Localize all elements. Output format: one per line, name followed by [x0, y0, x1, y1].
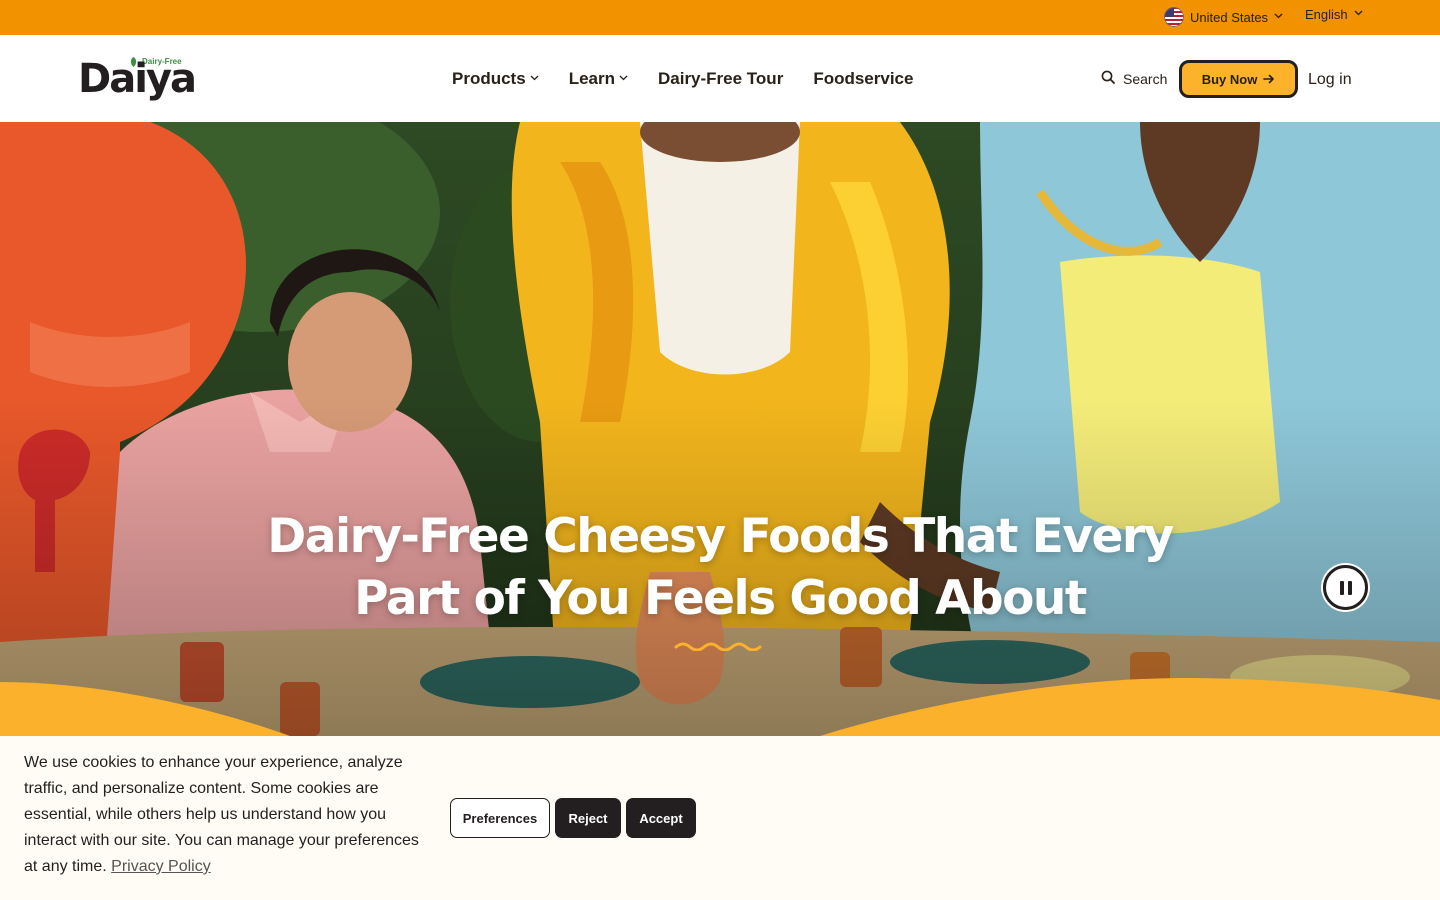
hero-title-line2: Part of You Feels Good About [354, 571, 1087, 626]
search-icon [1101, 70, 1115, 87]
cookie-banner: We use cookies to enhance your experienc… [0, 736, 1440, 900]
nav-foodservice-label: Foodservice [813, 69, 914, 88]
utility-bar: United States English [0, 0, 1440, 35]
chevron-down-icon [530, 74, 539, 83]
chevron-down-icon [1354, 9, 1363, 18]
main-nav: Products Learn Dairy-Free Tour Foodservi… [452, 69, 913, 89]
cookie-text: We use cookies to enhance your experienc… [24, 754, 419, 875]
nav-learn-label: Learn [568, 69, 615, 88]
logo-wordmark: Daiya [78, 56, 197, 102]
cookie-reject-button[interactable]: Reject [555, 798, 621, 838]
buy-now-button[interactable]: Buy Now [1179, 60, 1298, 98]
us-flag-icon [1164, 7, 1184, 27]
nav-foodservice[interactable]: Foodservice [813, 69, 913, 89]
buy-now-label: Buy Now [1201, 71, 1258, 87]
cookie-accept-button[interactable]: Accept [626, 798, 696, 838]
pause-icon [1339, 580, 1352, 595]
search-button[interactable]: Search [1101, 70, 1167, 87]
hero-title: Dairy-Free Cheesy Foods That Every Part … [220, 506, 1220, 630]
search-label: Search [1123, 70, 1168, 87]
country-selector[interactable]: United States [1164, 7, 1283, 27]
nav-learn[interactable]: Learn [569, 69, 628, 89]
country-label: United States [1190, 9, 1269, 25]
site-header: Dairy-Free Daiya Products Learn Dairy-Fr… [0, 35, 1440, 122]
chevron-down-icon [619, 74, 628, 83]
daiya-logo[interactable]: Dairy-Free Daiya [78, 55, 197, 103]
hero-title-line1: Dairy-Free Cheesy Foods That Every [267, 509, 1174, 564]
cookie-message: We use cookies to enhance your experienc… [24, 750, 436, 880]
hero-banner: Dairy-Free Cheesy Foods That Every Part … [0, 122, 1440, 736]
squiggle-underline-icon [674, 642, 762, 651]
nav-dairy-free-tour-label: Dairy-Free Tour [657, 69, 784, 88]
privacy-policy-link[interactable]: Privacy Policy [111, 858, 211, 875]
language-label: English [1305, 7, 1348, 22]
carousel-pause-button[interactable] [1323, 565, 1368, 610]
login-link[interactable]: Log in [1308, 71, 1352, 89]
language-selector[interactable]: English [1305, 7, 1363, 22]
nav-products-label: Products [452, 69, 526, 88]
nav-dairy-free-tour[interactable]: Dairy-Free Tour [658, 69, 783, 89]
nav-products[interactable]: Products [452, 69, 539, 89]
arrow-right-icon [1263, 72, 1275, 87]
cookie-preferences-button[interactable]: Preferences [450, 798, 550, 838]
chevron-down-icon [1274, 12, 1283, 21]
